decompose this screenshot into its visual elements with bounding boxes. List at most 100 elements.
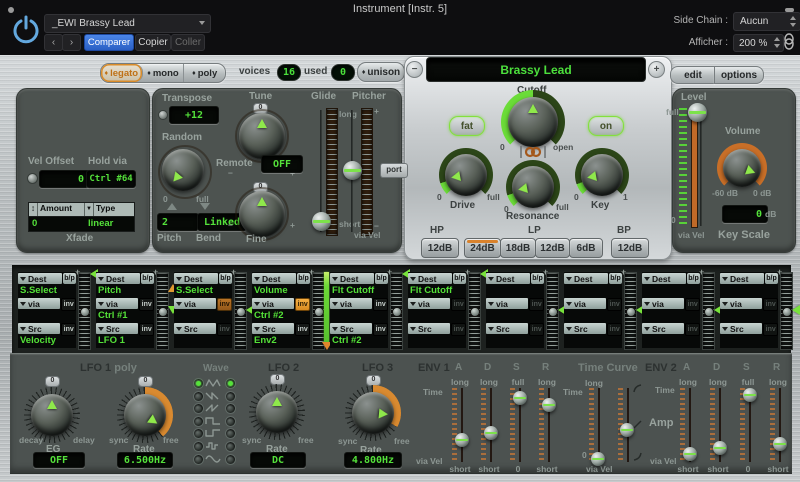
env-slider-handle[interactable] (542, 398, 556, 412)
unison-button[interactable]: ♦unison (357, 62, 405, 82)
src-select[interactable]: Src (486, 323, 528, 334)
via-select[interactable]: via (96, 298, 138, 309)
slope-button-24db[interactable]: 24dB (464, 238, 501, 258)
lfo2-rate-knob[interactable] (256, 391, 298, 433)
amount-slider-handle[interactable] (548, 307, 558, 317)
via-select[interactable]: via (642, 298, 684, 309)
transpose-value[interactable]: +12 (169, 106, 219, 124)
via-select[interactable]: via (330, 298, 372, 309)
wave-radio-left[interactable] (193, 416, 204, 427)
tune-knob[interactable] (239, 113, 285, 159)
wave-radio-left[interactable] (193, 454, 204, 465)
bypass-button[interactable]: b/p (687, 273, 700, 284)
bypass-button[interactable]: b/p (375, 273, 388, 284)
bypass-button[interactable]: b/p (453, 273, 466, 284)
lfo2-rate-value[interactable]: DC (250, 452, 306, 468)
type-value[interactable]: linear (85, 217, 134, 231)
next-patch-button[interactable]: + (648, 61, 665, 78)
lfo3-rate-value[interactable]: 4.800Hz (344, 452, 402, 468)
amount-slider-handle[interactable] (782, 307, 792, 317)
src-select[interactable]: Src (174, 323, 216, 334)
dest-select[interactable]: Dest (18, 273, 62, 284)
sort-icon[interactable]: ↕ (29, 203, 38, 216)
lfo1-rate-knob[interactable] (124, 394, 166, 436)
edit-button[interactable]: edit (670, 66, 715, 84)
slope-button-12db[interactable]: 12dB (421, 238, 459, 258)
amount-slider-handle[interactable] (392, 307, 402, 317)
level-slider-handle[interactable] (688, 103, 707, 122)
src-select[interactable]: Src (642, 323, 684, 334)
slope-button-12db[interactable]: 12dB (611, 238, 649, 258)
dest-select[interactable]: Dest (486, 273, 530, 284)
env-slider-handle[interactable] (713, 441, 727, 455)
wave-radio-left[interactable] (193, 378, 204, 389)
amount-slider-handle[interactable] (470, 307, 480, 317)
key-knob[interactable] (581, 154, 623, 196)
bypass-button[interactable]: b/p (765, 273, 778, 284)
env-slider-handle[interactable] (484, 426, 498, 440)
wave-radio-right[interactable] (225, 441, 236, 452)
mode-mono[interactable]: ♦mono (143, 64, 185, 82)
amount-header[interactable]: Amount (38, 203, 85, 216)
via-select[interactable]: via (720, 298, 762, 309)
mode-legato[interactable]: ♦legato (101, 64, 143, 82)
dest-select[interactable]: Dest (720, 273, 764, 284)
lfo3-rate-knob[interactable] (352, 392, 394, 434)
side-chain-select[interactable]: Aucun (733, 12, 800, 31)
prev-preset-button[interactable]: ‹ (44, 34, 63, 51)
pitcher-slider[interactable] (361, 108, 373, 236)
port-tag[interactable]: port (380, 163, 408, 178)
key-scale-value[interactable]: 0 (722, 205, 768, 223)
via-select[interactable]: via (486, 298, 528, 309)
amount-slider-handle[interactable] (314, 307, 324, 317)
lfo1-eg-knob[interactable] (31, 394, 73, 436)
next-preset-button[interactable]: › (62, 34, 81, 51)
env-slider-handle[interactable] (455, 433, 469, 447)
amount-slider-handle[interactable] (626, 307, 636, 317)
amount-slider-handle[interactable] (158, 307, 168, 317)
slope-button-18db[interactable]: 18dB (500, 238, 536, 258)
amount-value[interactable]: 0 (29, 217, 85, 231)
src-select[interactable]: Src (252, 323, 294, 334)
wave-radio-right[interactable] (225, 416, 236, 427)
eg-zero-button[interactable]: 0 (45, 376, 60, 387)
dest-select[interactable]: Dest (96, 273, 140, 284)
lfo1-eg-value[interactable]: OFF (33, 452, 85, 468)
env-slider-handle[interactable] (773, 437, 787, 451)
fat-button[interactable]: fat (449, 116, 485, 136)
env-slider-handle[interactable] (683, 447, 697, 461)
src-select[interactable]: Src (330, 323, 372, 334)
glide-slider-handle[interactable] (312, 212, 331, 231)
slope-button-12db[interactable]: 12dB (535, 238, 570, 258)
via-select[interactable]: via (564, 298, 606, 309)
amount-slider[interactable] (78, 272, 91, 350)
filter-link-icon[interactable] (519, 145, 547, 159)
slope-button-6db[interactable]: 6dB (569, 238, 603, 258)
paste-button[interactable]: Coller (171, 34, 205, 51)
via-select[interactable]: via (408, 298, 450, 309)
filter-on-button[interactable]: on (588, 116, 624, 136)
voices-value[interactable]: 16 (277, 64, 301, 81)
src-select[interactable]: Src (564, 323, 606, 334)
env-slider-handle[interactable] (513, 391, 527, 405)
amount-slider-handle[interactable] (80, 307, 90, 317)
drive-knob[interactable] (445, 154, 487, 196)
src-select[interactable]: Src (720, 323, 762, 334)
copy-button[interactable]: Copier (135, 34, 171, 51)
bypass-button[interactable]: b/p (609, 273, 622, 284)
vel-offset-value[interactable]: 0 (39, 170, 90, 188)
time-slider-line[interactable] (598, 388, 600, 462)
type-header[interactable]: Type (94, 203, 134, 216)
wave-radio-left[interactable] (193, 441, 204, 452)
level-slider-track[interactable] (691, 109, 698, 228)
remote-value[interactable]: OFF (261, 155, 303, 173)
bypass-button[interactable]: b/p (141, 273, 154, 284)
volume-knob[interactable] (723, 149, 761, 187)
cutoff-knob[interactable] (508, 97, 558, 147)
dest-select[interactable]: Dest (330, 273, 374, 284)
bypass-button[interactable]: b/p (63, 273, 76, 284)
env-slider-handle[interactable] (743, 388, 757, 402)
dest-select[interactable]: Dest (174, 273, 218, 284)
bend-range-value[interactable]: 2 (157, 213, 199, 231)
bypass-button[interactable]: b/p (219, 273, 232, 284)
